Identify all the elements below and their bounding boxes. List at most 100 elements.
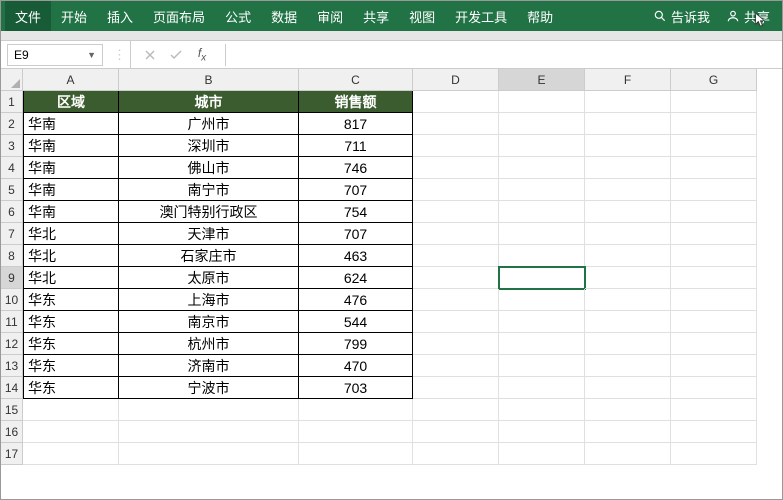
cell-A15[interactable] bbox=[23, 399, 119, 421]
cell-D2[interactable] bbox=[413, 113, 499, 135]
col-header-A[interactable]: A bbox=[23, 69, 119, 91]
cell-E5[interactable] bbox=[499, 179, 585, 201]
cell-F9[interactable] bbox=[585, 267, 671, 289]
cell-G9[interactable] bbox=[671, 267, 757, 289]
cell-D4[interactable] bbox=[413, 157, 499, 179]
cell-G12[interactable] bbox=[671, 333, 757, 355]
cell-C17[interactable] bbox=[299, 443, 413, 465]
cell-D16[interactable] bbox=[413, 421, 499, 443]
row-header-12[interactable]: 12 bbox=[1, 333, 23, 355]
cell-C6[interactable]: 754 bbox=[299, 201, 413, 223]
fx-button[interactable]: fx bbox=[189, 41, 215, 68]
cell-D7[interactable] bbox=[413, 223, 499, 245]
ribbon-tab-3[interactable]: 页面布局 bbox=[143, 1, 215, 31]
name-box[interactable]: E9 ▼ bbox=[7, 44, 103, 66]
cell-F13[interactable] bbox=[585, 355, 671, 377]
cell-F14[interactable] bbox=[585, 377, 671, 399]
cell-C10[interactable]: 476 bbox=[299, 289, 413, 311]
cell-G1[interactable] bbox=[671, 91, 757, 113]
row-header-14[interactable]: 14 bbox=[1, 377, 23, 399]
cell-E10[interactable] bbox=[499, 289, 585, 311]
ribbon-tab-9[interactable]: 开发工具 bbox=[445, 1, 517, 31]
cell-G7[interactable] bbox=[671, 223, 757, 245]
cell-F17[interactable] bbox=[585, 443, 671, 465]
cell-F1[interactable] bbox=[585, 91, 671, 113]
cell-B2[interactable]: 广州市 bbox=[119, 113, 299, 135]
row-header-9[interactable]: 9 bbox=[1, 267, 23, 289]
cell-F12[interactable] bbox=[585, 333, 671, 355]
cell-A5[interactable]: 华南 bbox=[23, 179, 119, 201]
cell-A9[interactable]: 华北 bbox=[23, 267, 119, 289]
cell-F3[interactable] bbox=[585, 135, 671, 157]
cell-C12[interactable]: 799 bbox=[299, 333, 413, 355]
cell-B11[interactable]: 南京市 bbox=[119, 311, 299, 333]
cell-F5[interactable] bbox=[585, 179, 671, 201]
cell-C13[interactable]: 470 bbox=[299, 355, 413, 377]
cell-G16[interactable] bbox=[671, 421, 757, 443]
cell-A3[interactable]: 华南 bbox=[23, 135, 119, 157]
cell-E8[interactable] bbox=[499, 245, 585, 267]
cell-C3[interactable]: 711 bbox=[299, 135, 413, 157]
cell-D13[interactable] bbox=[413, 355, 499, 377]
ribbon-tab-2[interactable]: 插入 bbox=[97, 1, 143, 31]
cell-F10[interactable] bbox=[585, 289, 671, 311]
cell-E9[interactable] bbox=[499, 267, 585, 289]
row-header-4[interactable]: 4 bbox=[1, 157, 23, 179]
cell-G5[interactable] bbox=[671, 179, 757, 201]
cell-F8[interactable] bbox=[585, 245, 671, 267]
cell-A16[interactable] bbox=[23, 421, 119, 443]
cell-G6[interactable] bbox=[671, 201, 757, 223]
share-action[interactable]: 共享 bbox=[718, 1, 778, 31]
cell-B4[interactable]: 佛山市 bbox=[119, 157, 299, 179]
cell-E3[interactable] bbox=[499, 135, 585, 157]
cell-B13[interactable]: 济南市 bbox=[119, 355, 299, 377]
ribbon-tab-4[interactable]: 公式 bbox=[215, 1, 261, 31]
row-header-1[interactable]: 1 bbox=[1, 91, 23, 113]
cell-A2[interactable]: 华南 bbox=[23, 113, 119, 135]
cell-B9[interactable]: 太原市 bbox=[119, 267, 299, 289]
cell-D9[interactable] bbox=[413, 267, 499, 289]
cell-C11[interactable]: 544 bbox=[299, 311, 413, 333]
cell-B10[interactable]: 上海市 bbox=[119, 289, 299, 311]
cell-E2[interactable] bbox=[499, 113, 585, 135]
col-header-F[interactable]: F bbox=[585, 69, 671, 91]
cell-G11[interactable] bbox=[671, 311, 757, 333]
cell-A1[interactable]: 区域 bbox=[23, 91, 119, 113]
ribbon-tab-6[interactable]: 审阅 bbox=[307, 1, 353, 31]
cell-G13[interactable] bbox=[671, 355, 757, 377]
cell-A12[interactable]: 华东 bbox=[23, 333, 119, 355]
cell-B12[interactable]: 杭州市 bbox=[119, 333, 299, 355]
cell-C5[interactable]: 707 bbox=[299, 179, 413, 201]
ribbon-tab-10[interactable]: 帮助 bbox=[517, 1, 563, 31]
cell-G17[interactable] bbox=[671, 443, 757, 465]
cell-C1[interactable]: 销售额 bbox=[299, 91, 413, 113]
cell-F16[interactable] bbox=[585, 421, 671, 443]
cell-F2[interactable] bbox=[585, 113, 671, 135]
cell-E16[interactable] bbox=[499, 421, 585, 443]
cell-D6[interactable] bbox=[413, 201, 499, 223]
row-header-17[interactable]: 17 bbox=[1, 443, 23, 465]
ribbon-tab-1[interactable]: 开始 bbox=[51, 1, 97, 31]
col-header-D[interactable]: D bbox=[413, 69, 499, 91]
cell-C8[interactable]: 463 bbox=[299, 245, 413, 267]
row-header-2[interactable]: 2 bbox=[1, 113, 23, 135]
cell-G2[interactable] bbox=[671, 113, 757, 135]
cell-E4[interactable] bbox=[499, 157, 585, 179]
row-header-10[interactable]: 10 bbox=[1, 289, 23, 311]
cell-B14[interactable]: 宁波市 bbox=[119, 377, 299, 399]
col-header-E[interactable]: E bbox=[499, 69, 585, 91]
cell-B5[interactable]: 南宁市 bbox=[119, 179, 299, 201]
cell-B7[interactable]: 天津市 bbox=[119, 223, 299, 245]
cell-A8[interactable]: 华北 bbox=[23, 245, 119, 267]
cell-E17[interactable] bbox=[499, 443, 585, 465]
cell-A11[interactable]: 华东 bbox=[23, 311, 119, 333]
col-header-G[interactable]: G bbox=[671, 69, 757, 91]
row-header-16[interactable]: 16 bbox=[1, 421, 23, 443]
cell-A13[interactable]: 华东 bbox=[23, 355, 119, 377]
cell-D1[interactable] bbox=[413, 91, 499, 113]
cell-B15[interactable] bbox=[119, 399, 299, 421]
col-header-B[interactable]: B bbox=[119, 69, 299, 91]
row-header-5[interactable]: 5 bbox=[1, 179, 23, 201]
cell-F7[interactable] bbox=[585, 223, 671, 245]
cell-D15[interactable] bbox=[413, 399, 499, 421]
